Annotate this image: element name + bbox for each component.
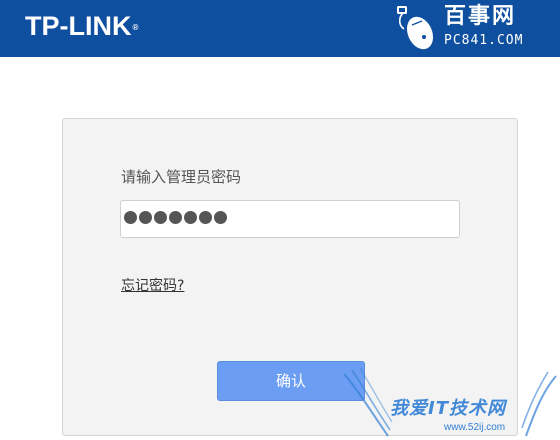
mouse-icon [397, 6, 434, 50]
password-mask-dot [124, 211, 137, 224]
watermark-top-cn: 百事网 [444, 4, 517, 29]
password-mask-dot [154, 211, 167, 224]
watermark-top-url: PC841.COM [444, 33, 524, 48]
brand-name: TP-LINK [25, 11, 132, 41]
password-mask [124, 211, 227, 224]
watermark-top: 百事网 PC841.COM [392, 3, 552, 55]
forgot-password-link[interactable]: 忘记密码? [121, 276, 184, 296]
header-bar: TP-LINK® 百事网 PC841.COM [0, 0, 560, 57]
password-prompt-label: 请输入管理员密码 [121, 168, 242, 186]
registered-mark: ® [132, 23, 139, 32]
watermark-bottom-cn: 我爱IT技术网 [390, 398, 506, 419]
password-mask-dot [199, 211, 212, 224]
tp-link-logo: TP-LINK® [25, 11, 138, 41]
router-login-page: TP-LINK® 百事网 PC841.COM 请输入管理员密码 忘记密码? 确认 [0, 0, 560, 440]
password-input[interactable] [120, 200, 460, 238]
password-mask-dot [184, 211, 197, 224]
password-mask-dot [169, 211, 182, 224]
password-mask-dot [214, 211, 227, 224]
watermark-bottom: 我爱IT技术网 www.52ij.com [340, 360, 560, 440]
watermark-bottom-url: www.52ij.com [444, 422, 506, 433]
password-mask-dot [139, 211, 152, 224]
